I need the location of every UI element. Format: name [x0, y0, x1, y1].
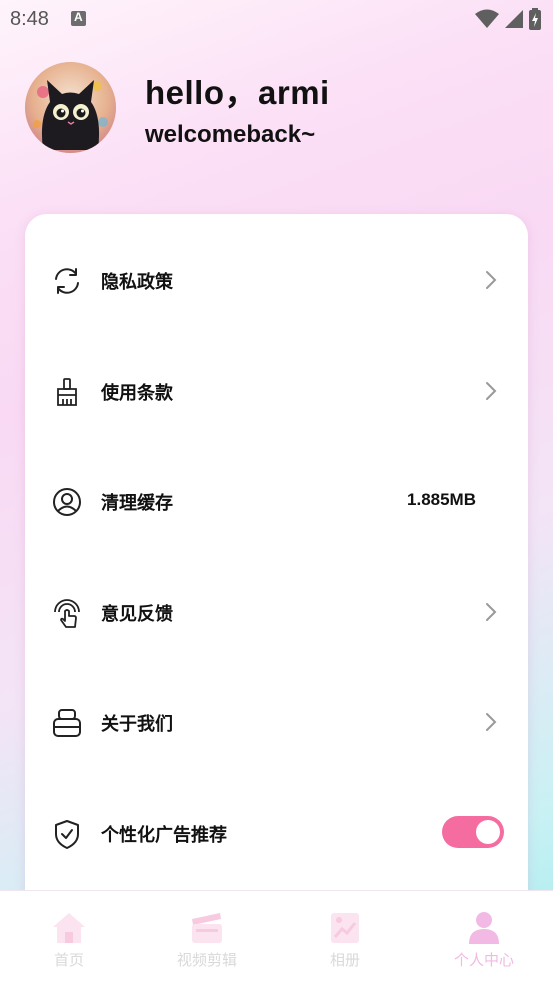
settings-card: 隐私政策 使用条款 清理缓存 1.885MB 意见反馈 关于我们 个性化广告推荐 [25, 214, 528, 914]
wifi-icon [475, 9, 499, 28]
signal-icon [505, 10, 523, 28]
status-bar: 8:48 [0, 0, 553, 40]
menu-item-label: 关于我们 [101, 714, 173, 735]
nav-label: 首页 [53, 951, 84, 969]
ads-toggle[interactable] [442, 816, 504, 848]
status-time: 8:48 [10, 8, 49, 30]
nav-tab-profile[interactable]: 个人中心 [434, 911, 534, 971]
nav-label: 个人中心 [453, 951, 514, 969]
nav-tab-video-edit[interactable]: 视频剪辑 [157, 911, 257, 971]
menu-item-feedback[interactable]: 意见反馈 [25, 582, 528, 642]
sync-icon [55, 268, 79, 294]
gallery-icon [331, 913, 359, 943]
cache-size-value: 1.885MB [407, 490, 476, 509]
clapperboard-icon [192, 913, 222, 943]
chevron-right-icon [486, 603, 497, 621]
shield-check-icon [55, 820, 79, 849]
menu-item-terms-of-use[interactable]: 使用条款 [25, 361, 528, 421]
chevron-right-icon [486, 713, 497, 731]
chevron-right-icon [486, 382, 497, 400]
person-icon [469, 912, 499, 944]
greeting-title: hello，armi [145, 74, 330, 111]
menu-item-label: 清理缓存 [101, 493, 173, 514]
chevron-right-icon [486, 271, 497, 289]
menu-item-label: 隐私政策 [101, 272, 173, 293]
nav-tab-home[interactable]: 首页 [19, 911, 119, 971]
touch-icon [54, 599, 80, 628]
brush-icon [57, 378, 77, 406]
nav-label: 视频剪辑 [176, 951, 237, 969]
greeting-subtitle: welcomeback~ [145, 121, 316, 148]
menu-item-label: 使用条款 [101, 383, 173, 404]
menu-item-label: 个性化广告推荐 [101, 825, 227, 846]
status-icons [475, 8, 541, 30]
layers-icon [53, 709, 81, 737]
menu-item-privacy-policy[interactable]: 隐私政策 [25, 250, 528, 310]
home-icon [53, 913, 85, 943]
toggle-knob [476, 820, 500, 844]
menu-item-label: 意见反馈 [101, 604, 173, 625]
cat-avatar-icon [25, 62, 116, 153]
user-circle-icon [53, 488, 81, 516]
a-icon [71, 10, 86, 26]
avatar[interactable] [25, 62, 116, 153]
menu-item-personalized-ads: 个性化广告推荐 [25, 803, 528, 863]
nav-label: 相册 [329, 951, 360, 969]
menu-item-clear-cache[interactable]: 清理缓存 1.885MB [25, 471, 528, 531]
bottom-nav: 首页 视频剪辑 相册 个人中心 [0, 890, 553, 984]
menu-item-about-us[interactable]: 关于我们 [25, 692, 528, 752]
battery-icon [529, 8, 541, 30]
nav-tab-album[interactable]: 相册 [295, 911, 395, 971]
